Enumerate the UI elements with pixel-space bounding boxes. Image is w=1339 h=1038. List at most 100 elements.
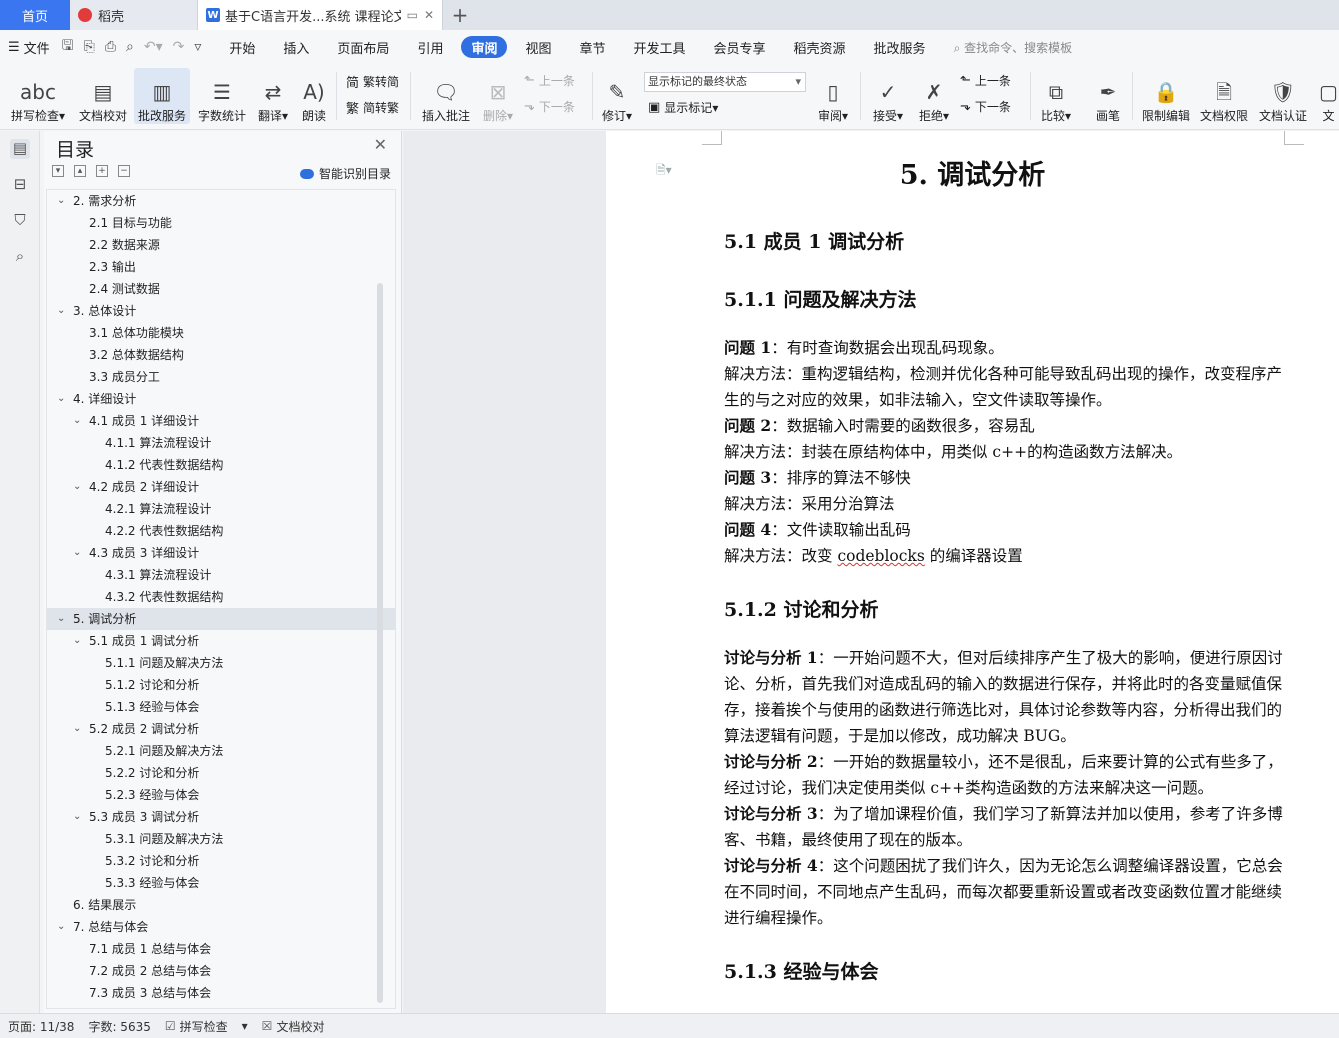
toc-item[interactable]: 4.1.1 算法流程设计: [47, 432, 395, 454]
page-indicator[interactable]: 页面: 11/38: [8, 1018, 74, 1035]
toc-item[interactable]: ⌄ 5. 调试分析: [47, 608, 395, 630]
new-tab-button[interactable]: +: [443, 0, 477, 30]
expand-up-icon[interactable]: ▴: [74, 165, 86, 177]
toc-item[interactable]: 5.2.2 讨论和分析: [47, 762, 395, 784]
toc-item[interactable]: 7.2 成员 2 总结与体会: [47, 960, 395, 982]
toc-item[interactable]: ⌄ 2. 需求分析: [47, 190, 395, 212]
float-window-icon[interactable]: ▭: [407, 8, 418, 22]
toc-item[interactable]: 6. 结果展示: [47, 894, 395, 916]
accept-button[interactable]: ✓ 接受▾: [868, 68, 908, 124]
save-icon[interactable]: 🖫: [62, 35, 74, 59]
toc-item[interactable]: ⌄ 5.2 成员 2 调试分析: [47, 718, 395, 740]
menu-tab[interactable]: 视图: [511, 36, 565, 58]
toc-item[interactable]: ⌄ 3. 总体设计: [47, 300, 395, 322]
menu-tab[interactable]: 插入: [269, 36, 323, 58]
prev-comment-button[interactable]: ⬑ 上一条: [524, 72, 575, 89]
toc-item[interactable]: ⌄ 4. 详细设计: [47, 388, 395, 410]
expand-all-icon[interactable]: +: [96, 165, 108, 177]
doc-permission-button[interactable]: 🗎 文档权限: [1198, 68, 1250, 124]
command-search[interactable]: ⌕ 查找命令、搜索模板: [954, 39, 1073, 56]
delete-comment-button[interactable]: ⊠ 删除▾: [478, 68, 518, 124]
print-icon[interactable]: ⎙: [105, 39, 116, 55]
toc-item[interactable]: 5.3.1 问题及解决方法: [47, 828, 395, 850]
toc-scrollbar[interactable]: [377, 283, 383, 1003]
word-count-button[interactable]: ☰ 字数统计: [196, 68, 248, 124]
toc-item[interactable]: ⌄ 4.2 成员 2 详细设计: [47, 476, 395, 498]
redo-icon[interactable]: ↷: [173, 39, 185, 55]
menu-tab[interactable]: 页面布局: [323, 36, 403, 58]
toc-panel-icon[interactable]: ▤: [10, 139, 30, 159]
track-changes-button[interactable]: ✎ 修订▾: [598, 68, 636, 124]
toc-item[interactable]: 4.2.2 代表性数据结构: [47, 520, 395, 542]
toc-item[interactable]: 2.2 数据来源: [47, 234, 395, 256]
chevron-down-icon[interactable]: ⌄: [57, 388, 65, 410]
chevron-down-icon[interactable]: ⌄: [57, 608, 65, 630]
chapter-nav-icon[interactable]: ⊟: [10, 175, 30, 195]
menu-tab[interactable]: 会员专享: [700, 36, 780, 58]
menu-tab[interactable]: 引用: [403, 36, 457, 58]
chevron-down-icon[interactable]: ⌄: [73, 410, 81, 432]
collapse-icon[interactable]: −: [118, 165, 130, 177]
to-simplified-button[interactable]: 繁 简转繁: [346, 98, 399, 117]
toc-item[interactable]: 4.1.2 代表性数据结构: [47, 454, 395, 476]
show-markup-button[interactable]: ▣ 显示标记▾: [648, 99, 718, 116]
pen-button[interactable]: ✒ 画笔: [1090, 68, 1126, 124]
menu-tab[interactable]: 批改服务: [860, 36, 940, 58]
toc-item[interactable]: ⌄ 7. 总结与体会: [47, 916, 395, 938]
close-icon[interactable]: ✕: [374, 135, 387, 154]
tab-home[interactable]: 首页: [0, 0, 70, 30]
toc-item[interactable]: 4.3.1 算法流程设计: [47, 564, 395, 586]
insert-comment-button[interactable]: 🗨 插入批注: [418, 68, 474, 124]
undo-icon[interactable]: ↶▾: [144, 39, 163, 55]
file-menu-button[interactable]: ☰ 文件: [8, 38, 50, 57]
toc-item[interactable]: 5.3.2 讨论和分析: [47, 850, 395, 872]
doc-more-button[interactable]: ▢ 文: [1318, 68, 1339, 124]
toc-item[interactable]: 3.3 成员分工: [47, 366, 395, 388]
toc-item[interactable]: ⌄ 5.1 成员 1 调试分析: [47, 630, 395, 652]
toc-item[interactable]: 4.3.2 代表性数据结构: [47, 586, 395, 608]
chevron-down-icon[interactable]: ⌄: [73, 630, 81, 652]
toc-item[interactable]: 3.1 总体功能模块: [47, 322, 395, 344]
menu-tab[interactable]: 稻壳资源: [780, 36, 860, 58]
markup-state-select[interactable]: 显示标记的最终状态: [644, 72, 806, 92]
toc-item[interactable]: 5.2.3 经验与体会: [47, 784, 395, 806]
doc-certify-button[interactable]: 🛡 文档认证: [1256, 68, 1310, 124]
toc-item[interactable]: 5.1.2 讨论和分析: [47, 674, 395, 696]
toc-item[interactable]: 2.1 目标与功能: [47, 212, 395, 234]
review-pane-button[interactable]: ▯ 审阅▾: [814, 68, 852, 124]
translate-button[interactable]: ⇄ 翻译▾: [254, 68, 292, 124]
toc-item[interactable]: 5.1.1 问题及解决方法: [47, 652, 395, 674]
toc-item[interactable]: 7.1 成员 1 总结与体会: [47, 938, 395, 960]
chevron-down-icon[interactable]: ⌄: [73, 476, 81, 498]
bookmark-icon[interactable]: ⛉: [10, 211, 30, 231]
menu-tab[interactable]: 开始: [215, 36, 269, 58]
review-service-button[interactable]: ▥ 批改服务: [134, 68, 190, 124]
reject-button[interactable]: ✗ 拒绝▾: [914, 68, 954, 124]
menu-tab[interactable]: 开发工具: [620, 36, 700, 58]
status-doc-proof[interactable]: ☒ 文档校对: [262, 1018, 339, 1035]
toc-item[interactable]: 2.3 输出: [47, 256, 395, 278]
chevron-down-icon[interactable]: ⌄: [73, 718, 81, 740]
chevron-down-icon[interactable]: ⌄: [73, 542, 81, 564]
restrict-edit-button[interactable]: 🔒 限制编辑: [1140, 68, 1192, 124]
print-preview-icon[interactable]: ⌕: [126, 39, 134, 55]
toc-item[interactable]: ⌄ 4.3 成员 3 详细设计: [47, 542, 395, 564]
to-traditional-button[interactable]: 简 繁转简: [346, 72, 399, 91]
toc-item[interactable]: 5.2.1 问题及解决方法: [47, 740, 395, 762]
chevron-down-icon[interactable]: ⌄: [57, 190, 65, 212]
prev-change-button[interactable]: ⬑ 上一条: [960, 72, 1011, 89]
chevron-down-icon[interactable]: ⌄: [57, 916, 65, 938]
next-change-button[interactable]: ⬎ 下一条: [960, 98, 1011, 115]
doc-proof-button[interactable]: ▤ 文档校对: [76, 68, 130, 124]
spell-check-button[interactable]: abc 拼写检查▾: [8, 68, 68, 124]
menu-tab[interactable]: 审阅: [461, 36, 508, 58]
toc-item[interactable]: 3.2 总体数据结构: [47, 344, 395, 366]
tab-document[interactable]: W 基于C语言开发...系统 课程论文 ▭ ✕: [198, 0, 443, 30]
toc-item[interactable]: 2.4 测试数据: [47, 278, 395, 300]
tab-docer[interactable]: 稻壳: [70, 0, 198, 30]
toc-item[interactable]: ⌄ 5.3 成员 3 调试分析: [47, 806, 395, 828]
chevron-down-icon[interactable]: ⌄: [73, 806, 81, 828]
export-pdf-icon[interactable]: ⎘: [84, 39, 95, 55]
collapse-all-icon[interactable]: ▾: [52, 165, 64, 177]
quick-access-dropdown-icon[interactable]: ▿: [194, 39, 201, 55]
